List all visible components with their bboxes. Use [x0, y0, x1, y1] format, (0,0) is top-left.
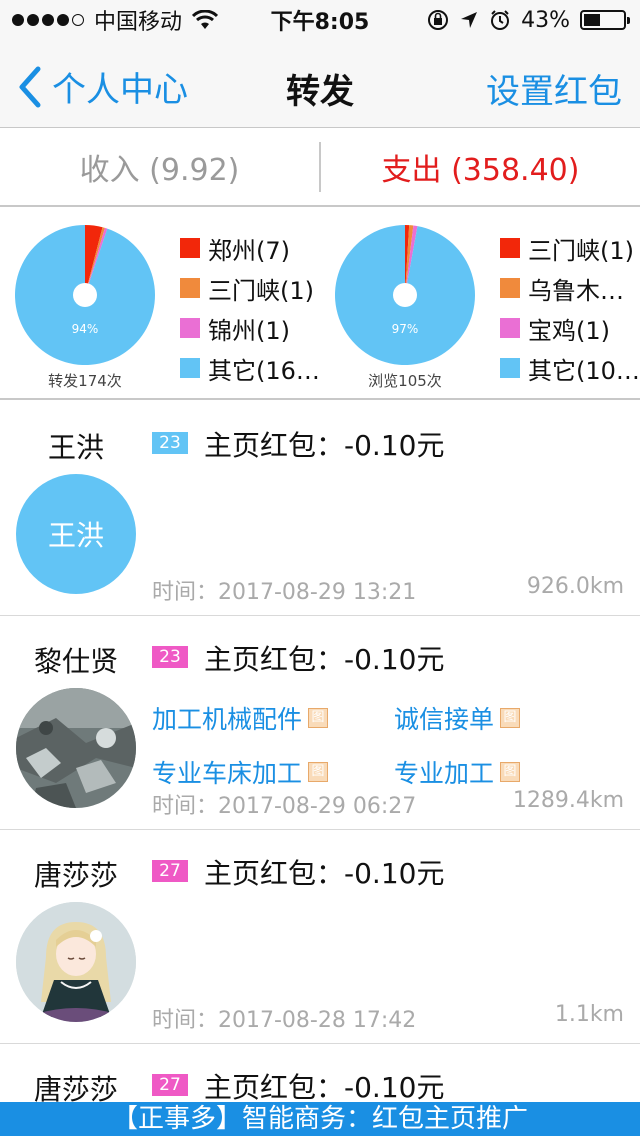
- forward-pie-svg: 94%: [14, 225, 156, 365]
- legend-swatch: [180, 278, 200, 298]
- distance: 1.1km: [554, 1002, 624, 1027]
- battery-percent: 43%: [521, 7, 570, 33]
- forward-count-caption: 转发174次: [48, 372, 122, 390]
- legend-swatch: [180, 358, 200, 378]
- view-pie-svg: 97%: [335, 225, 475, 365]
- tag-link[interactable]: 专业加工图: [394, 754, 622, 790]
- back-button[interactable]: 个人中心: [14, 62, 188, 111]
- legend-swatch: [500, 278, 520, 298]
- avatar[interactable]: 王洪: [16, 474, 136, 594]
- tag-link[interactable]: 诚信接单图: [394, 700, 622, 736]
- legend-label: 三门峡(1): [528, 236, 634, 265]
- tab-expense[interactable]: 支出 (358.40): [321, 145, 640, 189]
- age-badge: 27: [152, 860, 188, 882]
- legend-label: 三门峡(1): [208, 276, 314, 305]
- legend-item: 其它(16…: [180, 348, 320, 388]
- age-badge: 23: [152, 646, 188, 668]
- tag-label: 专业加工: [394, 759, 495, 788]
- tag-label: 诚信接单: [394, 705, 495, 734]
- battery-level: [584, 14, 601, 26]
- promo-banner[interactable]: 【正事多】智能商务：红包主页推广: [0, 1102, 640, 1136]
- tab-income[interactable]: 收入 (9.92): [0, 145, 319, 189]
- list-item[interactable]: 王洪 王洪 23 主页红包：-0.10元 时间：2017-08-29 13:21…: [0, 402, 640, 616]
- timestamp: 时间：2017-08-28 17:42: [152, 1008, 417, 1033]
- pie-percent-label: 94%: [72, 322, 99, 336]
- view-legend: 三门峡(1) 乌鲁木… 宝鸡(1) 其它(102): [500, 228, 640, 388]
- legend-label: 锦州(1): [208, 316, 290, 345]
- forward-legend: 郑州(7) 三门峡(1) 锦州(1) 其它(16…: [180, 228, 320, 388]
- pie-percent-label: 97%: [392, 322, 419, 336]
- tag-link[interactable]: 加工机械配件图: [152, 700, 394, 736]
- tag-label: 专业车床加工: [152, 759, 303, 788]
- rotation-lock-icon: [428, 10, 449, 30]
- status-bar: 中国移动 下午8:05 43%: [0, 0, 640, 40]
- legend-swatch: [180, 238, 200, 258]
- image-badge-icon: 图: [308, 762, 329, 782]
- forward-pie-chart: 94% 转发174次: [12, 224, 158, 391]
- tag-grid: 加工机械配件图 诚信接单图 专业车床加工图 专业加工图: [152, 700, 622, 790]
- legend-label: 其它(16…: [208, 356, 320, 385]
- set-red-packet-button[interactable]: 设置红包: [486, 64, 622, 113]
- stats-section: 94% 转发174次 郑州(7) 三门峡(1) 锦州(1) 其它(16… 97%…: [0, 208, 640, 400]
- wifi-icon: [192, 10, 219, 29]
- timestamp: 时间：2017-08-29 06:27: [152, 794, 417, 819]
- transaction-list: 王洪 王洪 23 主页红包：-0.10元 时间：2017-08-29 13:21…: [0, 402, 640, 1136]
- carrier-label: 中国移动: [94, 10, 183, 35]
- income-expense-tabs: 收入 (9.92) 支出 (358.40): [0, 129, 640, 207]
- view-pie-chart: 97% 浏览105次: [332, 224, 478, 391]
- pie-center-hole: [393, 283, 417, 307]
- legend-swatch: [180, 318, 200, 338]
- image-badge-icon: 图: [308, 708, 329, 728]
- battery-icon: [580, 10, 630, 30]
- legend-item: 乌鲁木…: [500, 268, 640, 308]
- user-name: 唐莎莎: [33, 859, 118, 892]
- legend-label: 宝鸡(1): [528, 316, 610, 345]
- avatar[interactable]: [16, 902, 136, 1022]
- timestamp: 时间：2017-08-29 13:21: [152, 580, 417, 605]
- chevron-left-icon: [19, 66, 41, 107]
- legend-label: 其它(102): [528, 356, 640, 385]
- legend-swatch: [500, 358, 520, 378]
- legend-item: 三门峡(1): [500, 228, 640, 268]
- image-badge-icon: 图: [500, 708, 521, 728]
- red-packet-title: 主页红包：-0.10元: [204, 429, 445, 462]
- image-badge-icon: 图: [500, 762, 521, 782]
- legend-label: 郑州(7): [208, 236, 290, 265]
- distance: 1289.4km: [512, 788, 624, 813]
- avatar[interactable]: [16, 688, 136, 808]
- distance: 926.0km: [526, 574, 624, 599]
- back-button-label: 个人中心: [52, 70, 188, 110]
- legend-label: 乌鲁木…: [528, 276, 624, 305]
- list-item[interactable]: 黎仕贤 23 主页红包：-0.10元 加工机械配件图 诚信接单图 专业车床加工图…: [0, 616, 640, 830]
- legend-item: 郑州(7): [180, 228, 320, 268]
- red-packet-title: 主页红包：-0.10元: [204, 1071, 445, 1104]
- legend-item: 锦州(1): [180, 308, 320, 348]
- location-icon: [461, 12, 478, 28]
- age-badge: 23: [152, 432, 188, 454]
- legend-swatch: [500, 318, 520, 338]
- user-name: 王洪: [47, 431, 104, 464]
- avatar-text: 王洪: [47, 519, 104, 552]
- navigation-bar: 个人中心 转发 设置红包: [0, 40, 640, 128]
- red-packet-title: 主页红包：-0.10元: [204, 857, 445, 890]
- alarm-icon: [491, 10, 510, 30]
- signal-icon: [12, 14, 84, 26]
- metal-parts-photo: [16, 688, 136, 808]
- pie-center-hole: [73, 283, 97, 307]
- anime-girl-avatar: [16, 902, 136, 1022]
- legend-item: 其它(102): [500, 348, 640, 388]
- legend-item: 宝鸡(1): [500, 308, 640, 348]
- view-count-caption: 浏览105次: [368, 372, 442, 390]
- tag-link[interactable]: 专业车床加工图: [152, 754, 394, 790]
- user-name: 黎仕贤: [33, 645, 118, 678]
- age-badge: 27: [152, 1074, 188, 1096]
- list-item[interactable]: 唐莎莎 27 主页红包：-0.10元 时间：2017-08-28 17:42 1…: [0, 830, 640, 1044]
- tag-label: 加工机械配件: [152, 705, 303, 734]
- red-packet-title: 主页红包：-0.10元: [204, 643, 445, 676]
- legend-swatch: [500, 238, 520, 258]
- legend-item: 三门峡(1): [180, 268, 320, 308]
